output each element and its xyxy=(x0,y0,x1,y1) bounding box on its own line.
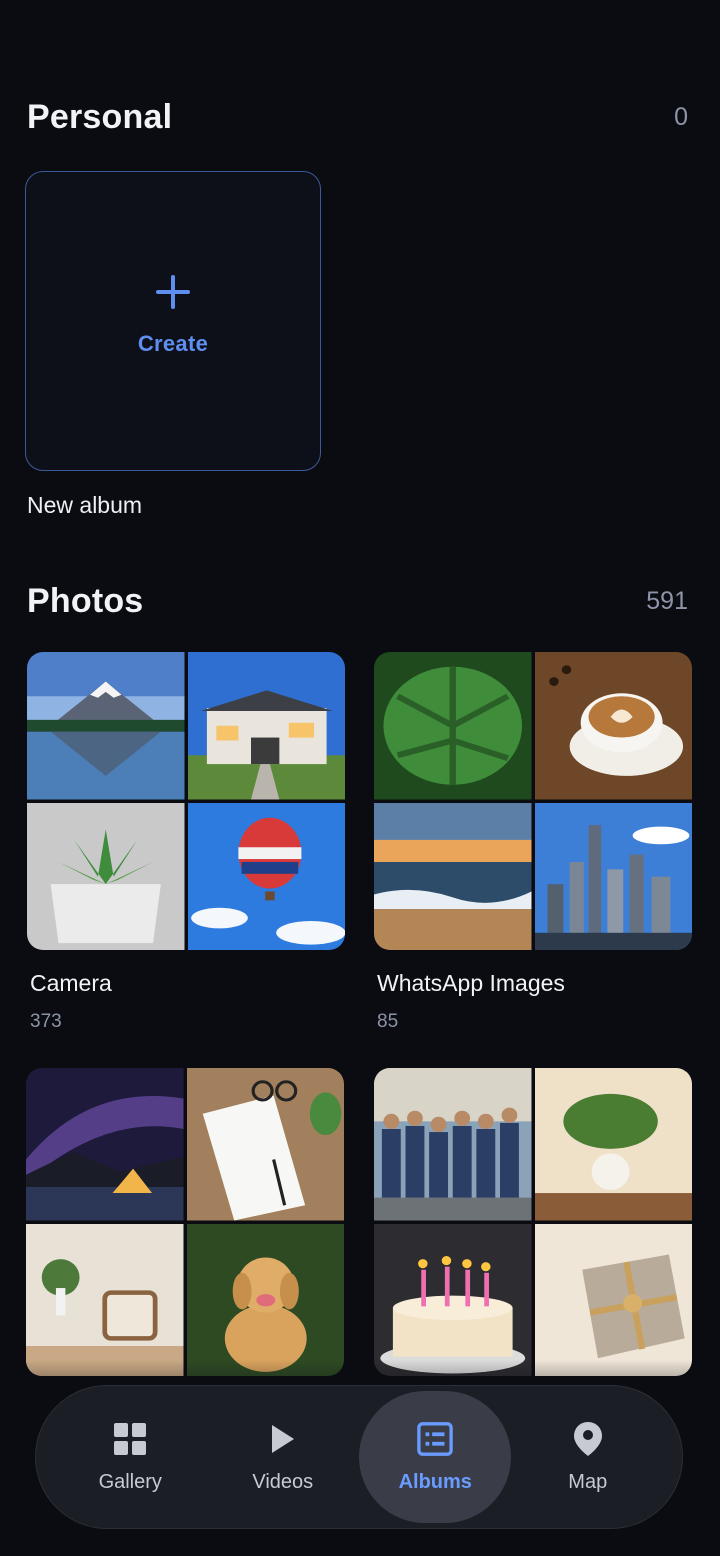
notebook-desk-thumbnail xyxy=(186,1068,344,1221)
nav-videos[interactable]: Videos xyxy=(207,1391,359,1523)
album-thumbnail-grid xyxy=(27,652,345,950)
plant-vase-thumbnail xyxy=(534,1068,692,1221)
coffee-cup-thumbnail xyxy=(534,652,692,800)
mountain-lake-thumbnail xyxy=(27,652,185,800)
group-photo-thumbnail xyxy=(374,1068,532,1221)
nav-gallery[interactable]: Gallery xyxy=(54,1391,206,1523)
photos-section-header: Photos 591 xyxy=(27,582,688,621)
album-card[interactable] xyxy=(374,1068,692,1376)
city-skyline-thumbnail xyxy=(534,802,692,950)
birthday-cake-thumbnail xyxy=(374,1223,532,1376)
album-thumbnail-grid xyxy=(374,1068,692,1376)
gift-box-thumbnail xyxy=(534,1223,692,1376)
photos-title: Photos xyxy=(27,582,144,620)
photos-count: 591 xyxy=(646,587,688,615)
plus-icon xyxy=(156,275,190,309)
album-name: Camera xyxy=(30,970,112,996)
hot-air-balloon-thumbnail xyxy=(187,802,345,950)
create-label: Create xyxy=(137,331,209,356)
album-list-icon xyxy=(417,1421,454,1457)
album-thumbnail-grid xyxy=(374,652,692,950)
beach-sunset-thumbnail xyxy=(374,802,532,950)
album-whatsapp-images[interactable]: WhatsApp Images 85 xyxy=(374,652,692,1033)
album-camera[interactable]: Camera 373 xyxy=(27,652,345,1033)
nav-albums[interactable]: Albums xyxy=(359,1391,512,1523)
album-name: WhatsApp Images xyxy=(377,970,565,996)
nav-label: Gallery xyxy=(98,1470,162,1493)
new-album-label: New album xyxy=(27,492,143,518)
monstera-leaf-thumbnail xyxy=(374,652,532,800)
location-pin-icon xyxy=(570,1421,606,1457)
nav-map[interactable]: Map xyxy=(512,1391,664,1523)
nav-label: Videos xyxy=(252,1470,314,1493)
grid-icon xyxy=(112,1421,148,1457)
album-count: 373 xyxy=(30,1011,62,1032)
album-count: 85 xyxy=(377,1011,399,1032)
album-thumbnail-grid xyxy=(26,1068,344,1376)
golden-retriever-thumbnail xyxy=(186,1223,344,1376)
nav-label: Map xyxy=(568,1470,608,1493)
armchair-room-thumbnail xyxy=(26,1223,184,1376)
create-album-button[interactable]: Create xyxy=(25,171,321,471)
play-icon xyxy=(265,1421,301,1457)
house-thumbnail xyxy=(187,652,345,800)
personal-count: 0 xyxy=(674,103,688,131)
bottom-navigation: Gallery Videos Albums Map xyxy=(35,1385,683,1529)
personal-section-header: Personal 0 xyxy=(27,98,688,137)
album-card[interactable] xyxy=(26,1068,344,1376)
nav-label: Albums xyxy=(398,1470,472,1493)
night-sky-tent-thumbnail xyxy=(26,1068,184,1221)
succulent-thumbnail xyxy=(27,802,185,950)
personal-title: Personal xyxy=(27,98,173,136)
